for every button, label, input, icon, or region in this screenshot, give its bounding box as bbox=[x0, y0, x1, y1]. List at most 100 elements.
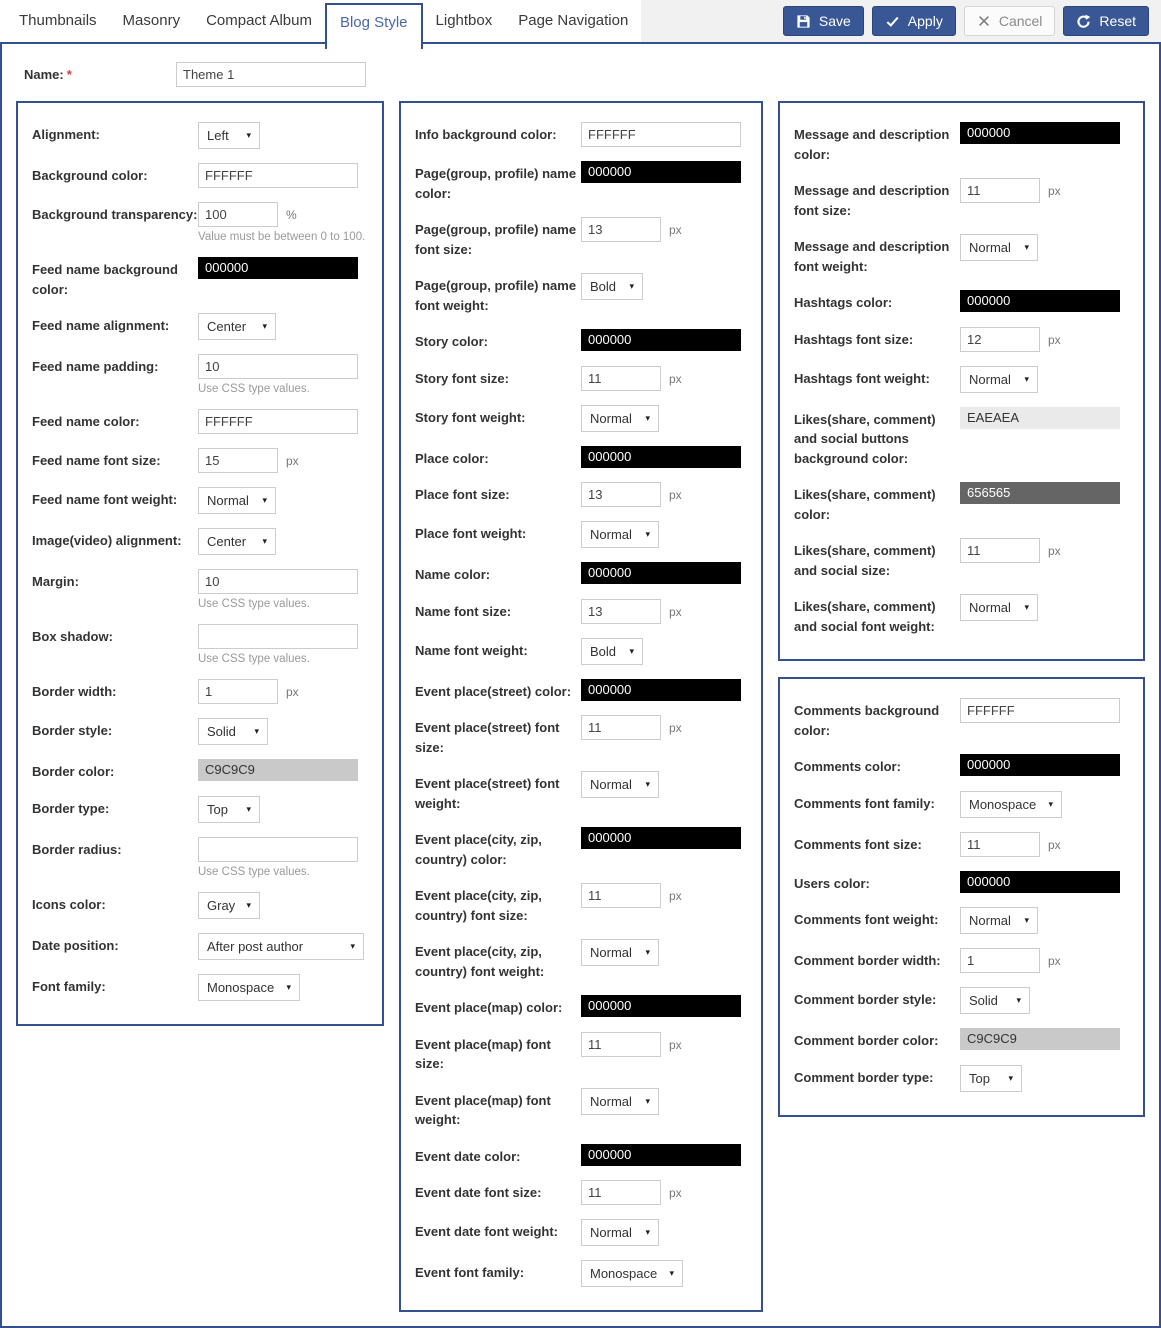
alignment-select[interactable]: Left▾ bbox=[198, 122, 260, 149]
cancel-button[interactable]: Cancel bbox=[964, 6, 1056, 36]
event-date-font-size-input[interactable] bbox=[581, 1180, 661, 1205]
feed-name-background-color-input[interactable]: 000000 bbox=[198, 257, 358, 279]
form-row: Icons color:Gray▾ bbox=[32, 891, 370, 919]
info-background-color-input[interactable] bbox=[581, 122, 741, 147]
box-shadow-input[interactable] bbox=[198, 624, 358, 649]
border-color-input[interactable]: C9C9C9 bbox=[198, 759, 358, 781]
name-input[interactable] bbox=[176, 62, 366, 87]
comments-font-size-input[interactable] bbox=[960, 832, 1040, 857]
border-radius-input[interactable] bbox=[198, 837, 358, 862]
background-color-input[interactable] bbox=[198, 163, 358, 188]
story-font-weight-select[interactable]: Normal▾ bbox=[581, 405, 659, 432]
icons-color-select[interactable]: Gray▾ bbox=[198, 892, 260, 919]
message-and-description-font-weight-select[interactable]: Normal▾ bbox=[960, 234, 1038, 261]
page-group-profile-name-font-weight-select[interactable]: Bold▾ bbox=[581, 273, 643, 300]
hashtags-color-label: Hashtags color: bbox=[794, 289, 960, 313]
font-family-select[interactable]: Monospace▾ bbox=[198, 974, 300, 1001]
event-place-street-font-weight-select[interactable]: Normal▾ bbox=[581, 771, 659, 798]
story-font-size-input[interactable] bbox=[581, 366, 661, 391]
users-color-label: Users color: bbox=[794, 870, 960, 894]
apply-button[interactable]: Apply bbox=[872, 6, 956, 36]
border-style-select[interactable]: Solid▾ bbox=[198, 718, 268, 745]
tab-lightbox[interactable]: Lightbox bbox=[423, 0, 506, 42]
comments-color-input[interactable]: 000000 bbox=[960, 754, 1120, 776]
message-and-description-color-input[interactable]: 000000 bbox=[960, 122, 1120, 144]
feed-name-font-weight-select[interactable]: Normal▾ bbox=[198, 487, 276, 514]
tab-thumbnails[interactable]: Thumbnails bbox=[6, 0, 110, 42]
event-place-street-font-size-input[interactable] bbox=[581, 715, 661, 740]
event-date-color-input[interactable]: 000000 bbox=[581, 1144, 741, 1166]
field-control: Normal▾ bbox=[960, 593, 1131, 636]
field-control: Normal▾ bbox=[581, 404, 749, 432]
place-color-input[interactable]: 000000 bbox=[581, 446, 741, 468]
likes-share-comment-and-social-font-weight-select[interactable]: Normal▾ bbox=[960, 594, 1038, 621]
comments-font-weight-select[interactable]: Normal▾ bbox=[960, 907, 1038, 934]
event-place-city-zip-country-font-size-input[interactable] bbox=[581, 883, 661, 908]
field-control: 000000 bbox=[581, 445, 749, 469]
page-group-profile-name-font-size-input[interactable] bbox=[581, 217, 661, 242]
required-asterisk: * bbox=[67, 67, 72, 82]
form-row: Event date font weight:Normal▾ bbox=[415, 1218, 749, 1246]
event-place-map-color-input[interactable]: 000000 bbox=[581, 995, 741, 1017]
form-row: Event place(map) font weight:Normal▾ bbox=[415, 1087, 749, 1130]
hashtags-font-size-input[interactable] bbox=[960, 327, 1040, 352]
dropdown-arrow-icon: ▾ bbox=[246, 130, 251, 141]
form-row: Margin:Use CSS type values. bbox=[32, 568, 370, 610]
event-place-city-zip-country-color-input[interactable]: 000000 bbox=[581, 827, 741, 849]
comment-border-width-input[interactable] bbox=[960, 948, 1040, 973]
tab-masonry[interactable]: Masonry bbox=[110, 0, 194, 42]
name-color-input[interactable]: 000000 bbox=[581, 562, 741, 584]
place-font-size-input[interactable] bbox=[581, 482, 661, 507]
page-group-profile-name-color-input[interactable]: 000000 bbox=[581, 161, 741, 183]
field-control: px bbox=[960, 831, 1131, 857]
field-control: Normal▾ bbox=[198, 486, 370, 514]
event-date-font-weight-select[interactable]: Normal▾ bbox=[581, 1219, 659, 1246]
place-font-weight-select[interactable]: Normal▾ bbox=[581, 521, 659, 548]
border-width-input[interactable] bbox=[198, 679, 278, 704]
event-place-map-font-size-input[interactable] bbox=[581, 1032, 661, 1057]
event-place-map-font-weight-select[interactable]: Normal▾ bbox=[581, 1088, 659, 1115]
event-place-city-zip-country-font-weight-select[interactable]: Normal▾ bbox=[581, 939, 659, 966]
background-transparency-input[interactable] bbox=[198, 202, 278, 227]
border-type-select[interactable]: Top▾ bbox=[198, 796, 260, 823]
hashtags-font-weight-select[interactable]: Normal▾ bbox=[960, 366, 1038, 393]
hashtags-color-input[interactable]: 000000 bbox=[960, 290, 1120, 312]
message-and-description-font-size-input[interactable] bbox=[960, 178, 1040, 203]
border-radius-label: Border radius: bbox=[32, 836, 198, 878]
likes-share-comment-color-input[interactable]: 656565 bbox=[960, 482, 1120, 504]
tab-compact-album[interactable]: Compact Album bbox=[193, 0, 325, 42]
field-control: Monospace▾ bbox=[198, 973, 370, 1001]
save-button[interactable]: Save bbox=[783, 6, 864, 36]
feed-name-font-size-input[interactable] bbox=[198, 448, 278, 473]
users-color-input[interactable]: 000000 bbox=[960, 871, 1120, 893]
margin-input[interactable] bbox=[198, 569, 358, 594]
comment-border-color-input[interactable]: C9C9C9 bbox=[960, 1028, 1120, 1050]
feed-name-alignment-select[interactable]: Center▾ bbox=[198, 313, 276, 340]
reset-button[interactable]: Reset bbox=[1063, 6, 1149, 36]
tab-blog-style[interactable]: Blog Style bbox=[325, 3, 423, 49]
comments-font-family-select[interactable]: Monospace▾ bbox=[960, 791, 1062, 818]
feed-name-color-input[interactable] bbox=[198, 409, 358, 434]
story-color-input[interactable]: 000000 bbox=[581, 329, 741, 351]
event-place-street-color-input[interactable]: 000000 bbox=[581, 679, 741, 701]
comment-border-width-label: Comment border width: bbox=[794, 947, 960, 973]
form-row: Comments background color: bbox=[794, 697, 1131, 740]
comments-background-color-input[interactable] bbox=[960, 698, 1120, 723]
name-font-weight-select[interactable]: Bold▾ bbox=[581, 638, 643, 665]
select-value: Top bbox=[969, 1071, 990, 1086]
event-font-family-select[interactable]: Monospace▾ bbox=[581, 1260, 683, 1287]
name-font-size-input[interactable] bbox=[581, 599, 661, 624]
date-position-select[interactable]: After post author▾ bbox=[198, 933, 364, 960]
likes-share-comment-and-social-buttons-background-color-input[interactable]: EAEAEA bbox=[960, 407, 1120, 429]
feed-name-padding-input[interactable] bbox=[198, 354, 358, 379]
field-control: 000000 bbox=[960, 121, 1131, 164]
likes-share-comment-and-social-size-input[interactable] bbox=[960, 538, 1040, 563]
tab-page-navigation[interactable]: Page Navigation bbox=[505, 0, 641, 42]
likes-share-comment-and-social-buttons-background-color-label: Likes(share, comment) and social buttons… bbox=[794, 406, 960, 469]
image-video-alignment-select[interactable]: Center▾ bbox=[198, 528, 276, 555]
field-control: Normal▾ bbox=[960, 233, 1131, 276]
comment-border-style-select[interactable]: Solid▾ bbox=[960, 987, 1030, 1014]
event-place-map-font-size-label: Event place(map) font size: bbox=[415, 1031, 581, 1074]
comment-border-type-select[interactable]: Top▾ bbox=[960, 1065, 1022, 1092]
field-control: 000000 bbox=[581, 994, 749, 1018]
